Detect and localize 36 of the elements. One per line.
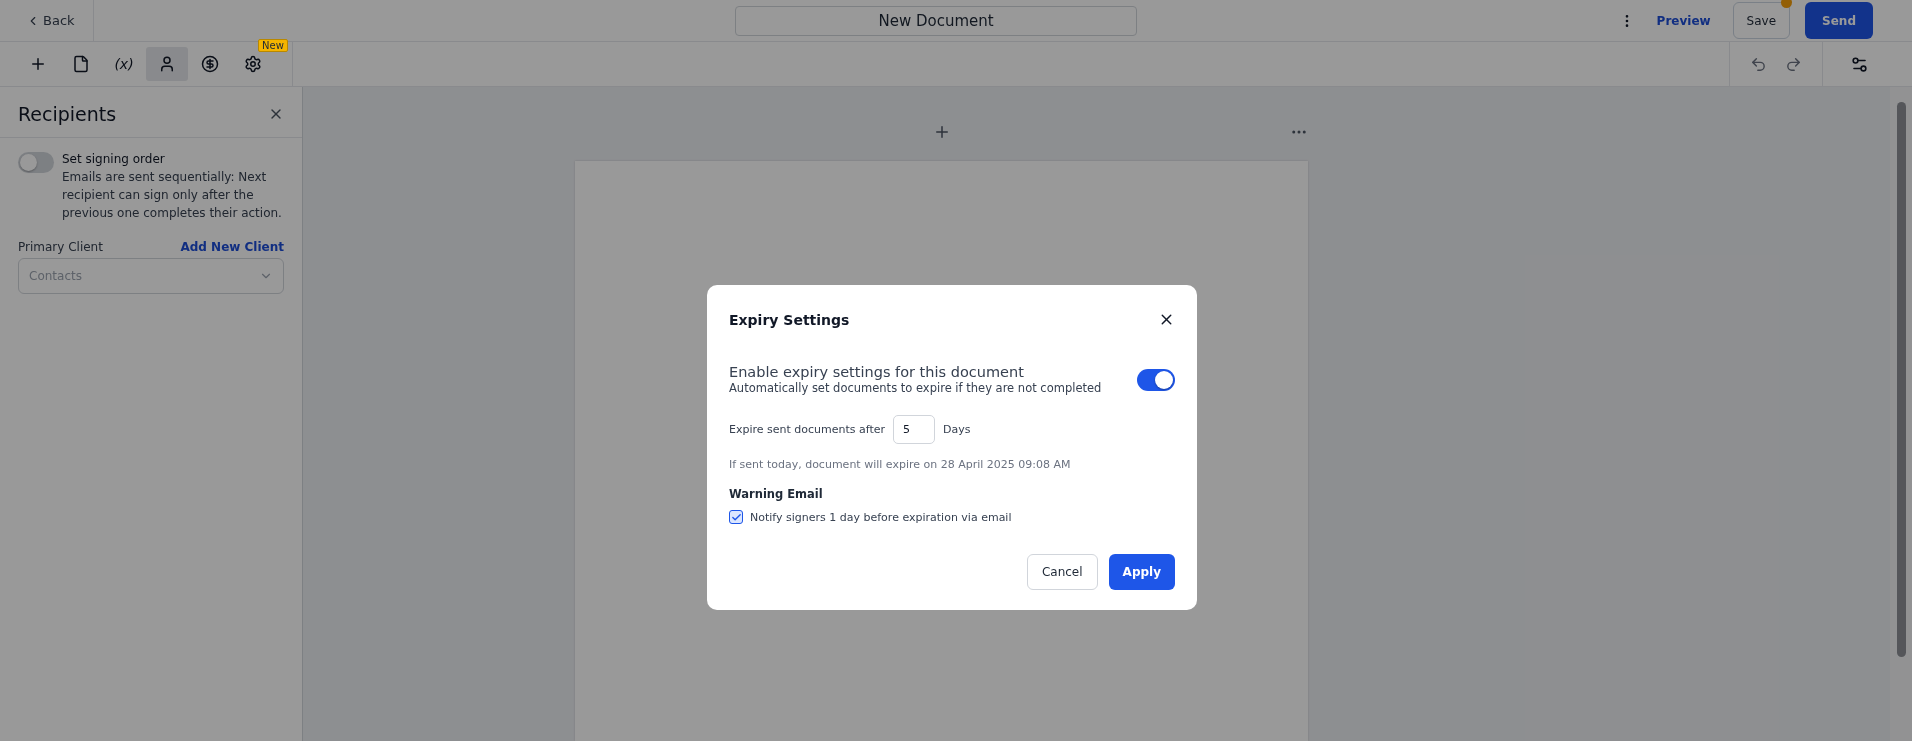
dollar-icon	[201, 55, 219, 73]
expiry-note: If sent today, document will expire on 28 April 2025 09:08 AM	[729, 458, 1072, 471]
days-field[interactable]: 5	[893, 415, 936, 444]
toolbar-button[interactable]	[146, 47, 188, 81]
plus-icon	[29, 55, 47, 73]
add-client-link[interactable]: Add New Client	[180, 240, 284, 254]
signing-order-switch[interactable]	[18, 152, 54, 173]
cancel-button[interactable]: Cancel	[1026, 554, 1098, 590]
panel-title: Recipients	[18, 103, 117, 125]
checkbox-label: Notify signers 1 day before expiration via email	[750, 510, 1012, 524]
switch-description: Emails are sent sequentially: Next recipient can sign only after the previous one completes their action.	[62, 169, 283, 222]
document-icon	[72, 55, 90, 73]
back-link[interactable]: Back	[0, 0, 94, 41]
notify-checkbox[interactable]	[729, 510, 743, 524]
variable-tool-button[interactable]: (x)	[103, 47, 145, 81]
expiry-switch[interactable]	[1137, 368, 1175, 391]
setting-description: Automatically set documents to expire if they are not completed	[729, 381, 1102, 395]
section-heading: Warning Email	[729, 487, 824, 501]
new-badge: New	[258, 39, 288, 52]
redo-icon[interactable]	[1785, 55, 1802, 73]
setting-title: Enable expiry settings for this document	[729, 364, 1025, 380]
dialog-title: Expiry Settings	[729, 311, 850, 328]
days-unit: Days	[943, 423, 971, 436]
sliders-icon[interactable]	[1849, 54, 1869, 74]
document-title-field[interactable]: New Document	[735, 5, 1138, 36]
preview-link[interactable]: Preview	[1656, 13, 1711, 28]
scrollbar-thumb[interactable]	[1896, 102, 1906, 657]
field-label: Primary Client	[18, 240, 103, 254]
save-button[interactable]: Save	[1732, 2, 1791, 39]
apply-button[interactable]: Apply	[1108, 554, 1175, 590]
send-button[interactable]: Send	[1805, 2, 1873, 39]
switch-label: Set signing order	[62, 152, 166, 166]
undo-icon[interactable]	[1750, 55, 1767, 73]
person-icon	[158, 55, 176, 73]
expire-label: Expire sent documents after	[729, 423, 886, 436]
settings-icon	[244, 55, 262, 73]
